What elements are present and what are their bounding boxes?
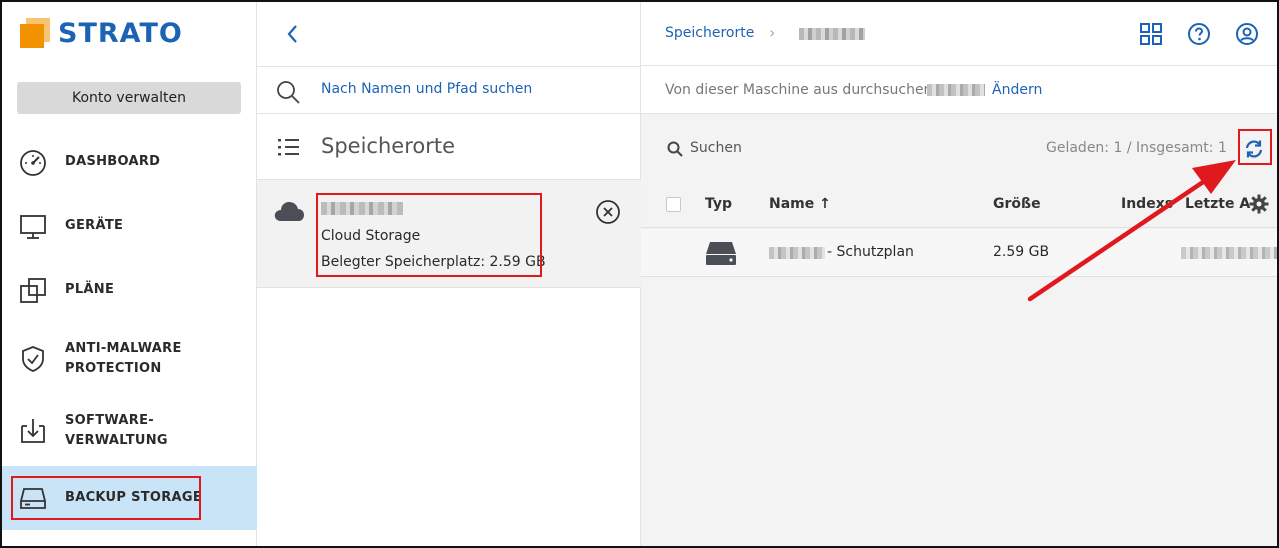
speedometer-icon [20,150,46,176]
select-all-checkbox[interactable] [666,197,681,212]
change-machine-link[interactable]: Ändern [992,82,1042,98]
strato-logo[interactable]: STRATO [20,16,183,50]
sidebar-item-label-line2: PROTECTION [65,361,162,376]
refresh-icon[interactable] [1243,138,1265,160]
plans-icon [20,278,46,303]
loaded-count: Geladen: 1 / Insgesamt: 1 [1046,140,1227,156]
sidebar-item-label-line2: VERWALTUNG [65,433,168,448]
sidebar-item-label: DASHBOARD [65,154,161,169]
location-content-panel: Speicherorte › Von dieser Maschine aus d… [641,2,1277,546]
search-icon [277,81,300,104]
sidebar-item-dashboard[interactable]: DASHBOARD [2,132,257,194]
sidebar-item-label-line1: ANTI-MALWARE [65,341,182,356]
row-name-redacted [769,247,825,259]
browse-from-label: Von dieser Maschine aus durchsuchen: [665,82,938,98]
sidebar-item-label-line1: SOFTWARE- [65,413,154,428]
top-bar: Speicherorte › [641,2,1277,66]
table-row[interactable]: - Schutzplan 2.59 GB [641,229,1277,277]
breadcrumb-separator: › [769,23,776,42]
sidebar: STRATO Konto verwalten DASHBOARD GERÄTE [2,2,257,546]
column-size[interactable]: Größe [993,196,1041,212]
sidebar-item-backup-storage[interactable]: BACKUP STORAGE [2,466,257,530]
hard-drive-icon [706,242,736,265]
locations-header: Speicherorte [257,114,641,180]
list-icon [278,139,299,156]
hard-drive-icon [20,488,46,509]
table-header: Typ Name ↑ Größe Indexs Letzte A [641,180,1277,228]
content-search-input[interactable]: Suchen [690,140,742,156]
strato-logo-icon [20,18,50,48]
sidebar-item-devices[interactable]: GERÄTE [2,196,257,258]
gear-icon[interactable] [1249,194,1269,214]
app-window: STRATO Konto verwalten DASHBOARD GERÄTE [0,0,1279,548]
row-date-redacted [1181,247,1277,259]
cloud-icon [274,202,304,221]
software-install-icon [21,419,45,443]
sidebar-item-software[interactable]: SOFTWARE- VERWALTUNG [2,396,257,466]
location-item[interactable]: Cloud Storage Belegter Speicherplatz: 2.… [257,180,641,288]
grid-icon[interactable] [1139,22,1163,46]
machine-name-redacted [927,84,985,96]
locations-title: Speicherorte [321,134,455,158]
location-usage: Belegter Speicherplatz: 2.59 GB [321,254,546,270]
search-input[interactable]: Nach Namen und Pfad suchen [321,81,532,97]
sidebar-item-label: BACKUP STORAGE [65,490,203,505]
monitor-icon [20,215,46,239]
column-name[interactable]: Name ↑ [769,196,831,212]
row-name: - Schutzplan [827,244,914,260]
sidebar-item-label: ANTI-MALWARE PROTECTION [65,339,182,379]
brand-name: STRATO [58,17,183,49]
sidebar-item-plans[interactable]: PLÄNE [2,260,257,322]
search-icon [667,141,683,157]
sidebar-item-anti-malware[interactable]: ANTI-MALWARE PROTECTION [2,324,257,394]
chevron-left-icon[interactable] [281,20,305,48]
location-name-redacted [321,202,403,215]
column-last[interactable]: Letzte A [1185,196,1250,212]
manage-account-button[interactable]: Konto verwalten [17,82,241,114]
breadcrumb-current-redacted [799,28,865,40]
close-circle-icon[interactable] [595,199,621,225]
path-search-row[interactable]: Nach Namen und Pfad suchen [257,66,641,114]
column-index[interactable]: Indexs [1121,196,1173,212]
sidebar-item-label: PLÄNE [65,282,115,297]
locations-panel: Nach Namen und Pfad suchen Speicherorte … [257,2,641,546]
shield-icon [22,346,44,372]
user-account-icon[interactable] [1235,22,1259,46]
sidebar-item-label: GERÄTE [65,218,124,233]
sidebar-item-label: SOFTWARE- VERWALTUNG [65,411,168,451]
location-type: Cloud Storage [321,228,421,244]
breadcrumb-root[interactable]: Speicherorte [665,25,754,41]
column-type[interactable]: Typ [705,196,732,212]
help-icon[interactable] [1187,22,1211,46]
row-size: 2.59 GB [993,244,1050,260]
